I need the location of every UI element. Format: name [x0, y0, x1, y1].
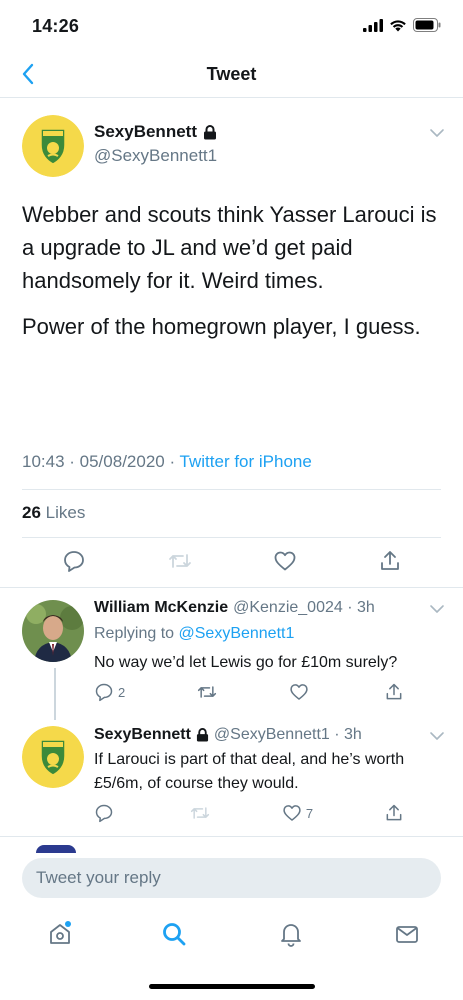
tab-notifications[interactable]: [277, 920, 305, 948]
chevron-down-icon: [430, 129, 444, 137]
reply-author-handle[interactable]: @SexyBennett1 · 3h: [214, 726, 362, 744]
reply-icon: [95, 804, 113, 823]
heart-icon: [274, 551, 296, 570]
search-icon: [163, 923, 186, 946]
retweet-button[interactable]: [167, 549, 193, 578]
author-avatar[interactable]: [22, 115, 84, 177]
reply-actions: 7: [94, 803, 404, 823]
nav-bar: Tweet: [0, 56, 463, 98]
likes-label: Likes: [45, 503, 86, 522]
home-icon: [50, 921, 71, 944]
heart-icon: [290, 684, 308, 700]
likes-summary[interactable]: 26 Likes: [22, 503, 85, 523]
author-name-row: SexyBennett: [94, 122, 217, 142]
reply-author-handle[interactable]: @Kenzie_0024 · 3h: [233, 599, 375, 617]
reply-composer-placeholder: Tweet your reply: [36, 868, 161, 887]
share-button[interactable]: [384, 682, 404, 702]
bell-icon: [281, 924, 301, 947]
tweet-paragraph: Webber and scouts think Yasser Larouci i…: [22, 202, 437, 293]
mail-icon: [396, 926, 418, 943]
divider: [22, 489, 441, 490]
replying-to-handle[interactable]: @SexyBennett1: [179, 625, 295, 642]
tab-messages[interactable]: [393, 920, 421, 948]
reply-avatar[interactable]: [22, 726, 84, 788]
share-icon: [380, 550, 399, 570]
reply-options-button[interactable]: [428, 600, 446, 618]
status-time: 14:26: [32, 16, 80, 36]
reply-count: 2: [118, 684, 126, 700]
tweet-actions: [22, 545, 442, 581]
reply-button[interactable]: 2: [94, 682, 125, 702]
tab-bar: [0, 906, 463, 966]
reply-actions: 2: [94, 682, 404, 702]
reply-icon: [64, 550, 85, 572]
divider: [22, 537, 441, 538]
likes-count: 26: [22, 503, 41, 522]
tweet-options-button[interactable]: [428, 124, 446, 142]
share-icon: [386, 683, 402, 700]
divider: [0, 836, 463, 837]
next-reply-avatar-peek: [36, 845, 76, 853]
reply-options-button[interactable]: [428, 727, 446, 745]
reply-button[interactable]: [62, 549, 86, 578]
retweet-icon: [198, 686, 217, 698]
status-icons: [363, 18, 441, 32]
heart-icon: [283, 805, 301, 821]
tweet-body: Webber and scouts think Yasser Larouci i…: [22, 198, 442, 356]
status-bar: 14:26: [0, 0, 463, 56]
thread-line: [54, 668, 56, 720]
tweet-meta: 10:43 · 05/08/2020 · Twitter for iPhone: [22, 452, 312, 472]
chevron-down-icon: [430, 605, 444, 613]
tab-home[interactable]: [46, 920, 74, 948]
reply-icon: [95, 683, 113, 702]
like-count: 7: [305, 805, 314, 821]
replying-to: Replying to @SexyBennett1: [94, 622, 294, 646]
like-button[interactable]: [289, 682, 313, 702]
author-name[interactable]: SexyBennett: [94, 122, 197, 142]
retweet-icon: [168, 553, 191, 568]
reply-body: If Larouci is part of that deal, and he’…: [94, 751, 405, 792]
tab-search[interactable]: [160, 920, 188, 948]
reply-composer[interactable]: Tweet your reply: [22, 858, 441, 898]
share-button[interactable]: [384, 803, 404, 823]
divider: [0, 587, 463, 588]
reply-header: SexyBennett @SexyBennett1 · 3h: [94, 726, 362, 744]
cellular-signal-icon: [363, 18, 383, 32]
reply-body: No way we’d let Lewis go for £10m surely…: [94, 654, 398, 671]
retweet-button[interactable]: [196, 682, 218, 702]
reply-button[interactable]: [94, 803, 118, 823]
like-button[interactable]: 7: [282, 803, 313, 823]
tweet-timestamp: 10:43 · 05/08/2020 ·: [22, 452, 176, 471]
page-title: Tweet: [206, 64, 257, 84]
author-handle[interactable]: @SexyBennett1: [94, 146, 217, 166]
wifi-icon: [390, 19, 406, 31]
chevron-down-icon: [430, 732, 444, 740]
lock-icon: [203, 124, 216, 139]
reply-author-name[interactable]: William McKenzie: [94, 599, 228, 617]
reply-avatar[interactable]: [22, 600, 84, 662]
replying-to-label: Replying to: [94, 625, 175, 642]
reply-author-name[interactable]: SexyBennett: [94, 726, 191, 744]
lock-icon: [196, 728, 208, 742]
battery-icon: [413, 18, 441, 32]
retweet-button[interactable]: [189, 803, 211, 823]
share-button[interactable]: [378, 549, 402, 578]
reply-header: William McKenzie @Kenzie_0024 · 3h: [94, 599, 375, 617]
home-indicator: [149, 984, 315, 989]
retweet-icon: [190, 807, 210, 819]
like-button[interactable]: [273, 549, 297, 578]
tweet-source-link[interactable]: Twitter for iPhone: [180, 452, 312, 471]
share-icon: [386, 804, 402, 821]
tweet-paragraph: Power of the homegrown player, I guess.: [22, 314, 421, 339]
